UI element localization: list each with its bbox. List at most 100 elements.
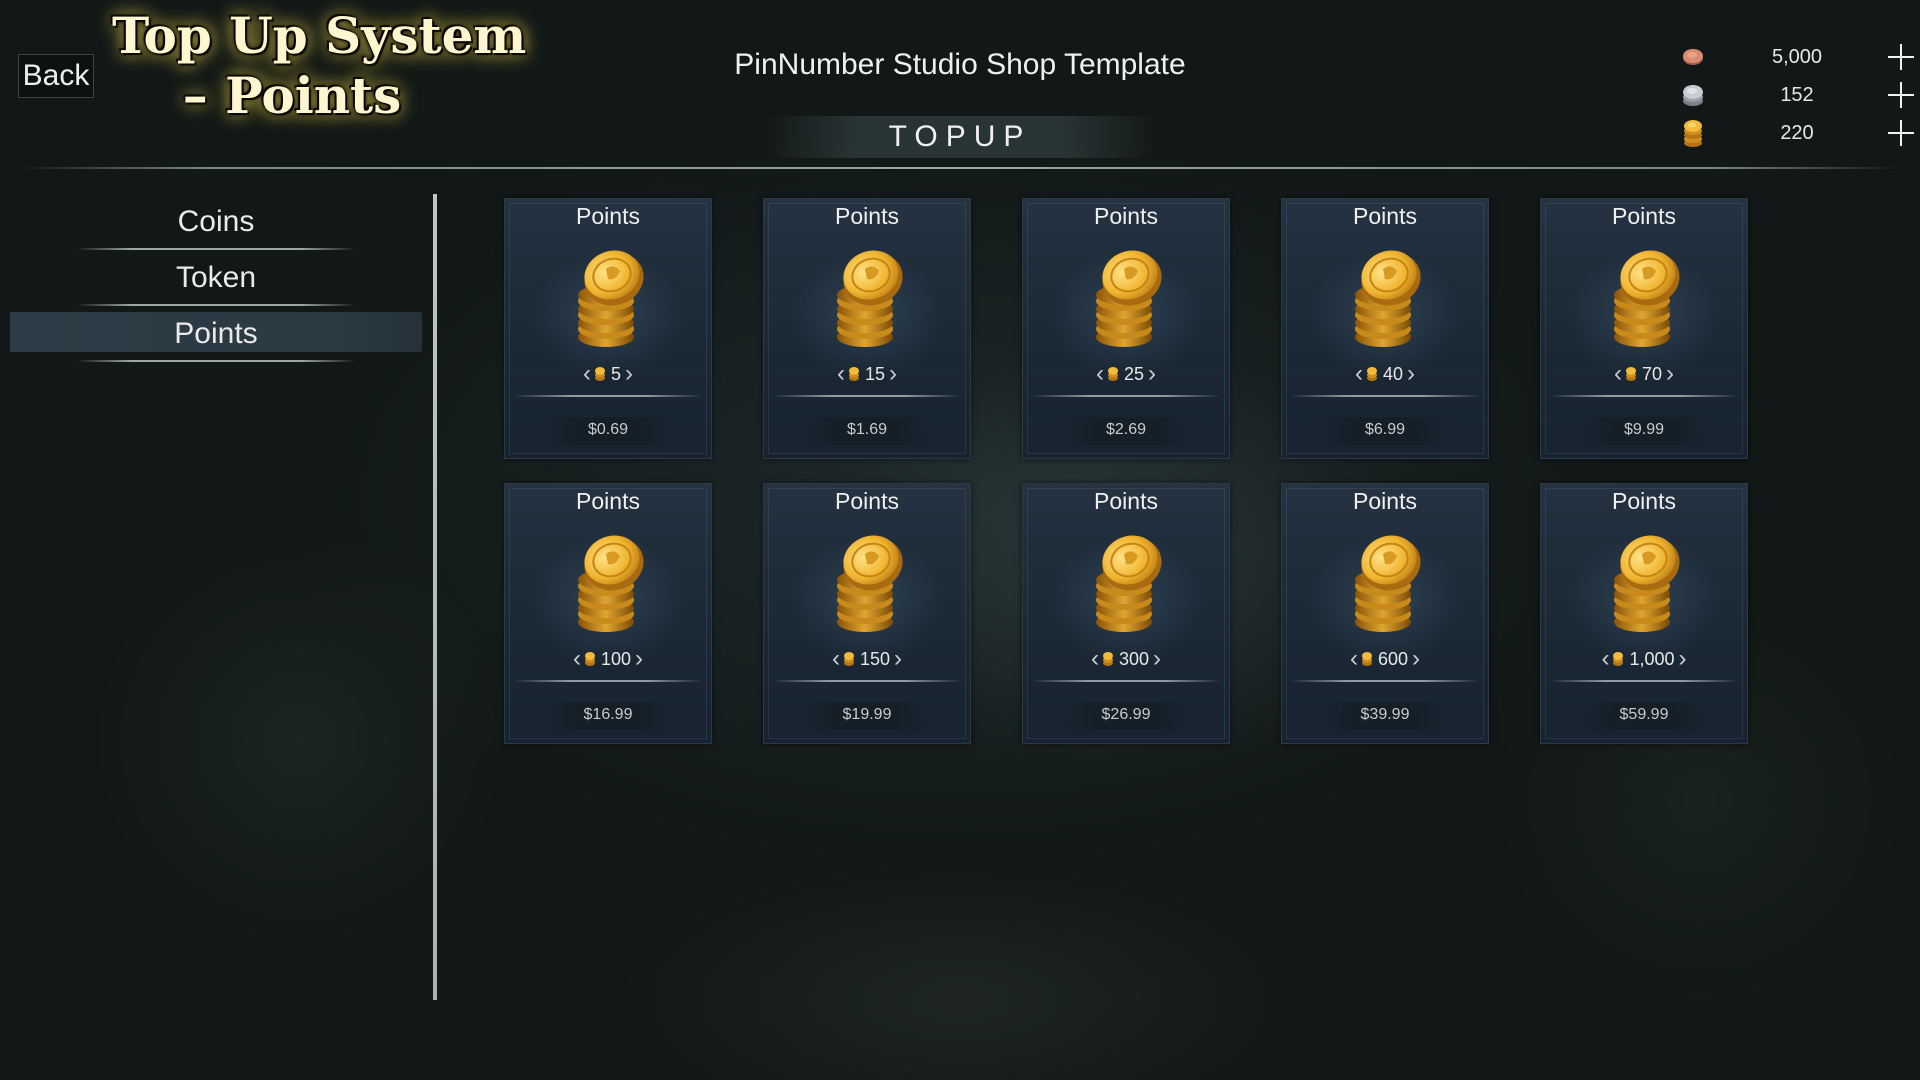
product-card[interactable]: Points ‹ (1022, 483, 1230, 744)
product-card[interactable]: Points ‹ (1281, 483, 1489, 744)
gold-coin-stack-icon (1614, 535, 1680, 632)
quantity-selector: ‹ 150 › (764, 646, 970, 672)
sidebar-divider (433, 194, 437, 1000)
gold-coin-icon (848, 367, 859, 381)
card-divider (513, 395, 703, 397)
card-divider (1290, 680, 1480, 682)
gold-coin-icon (843, 652, 854, 666)
sidebar-item-coins[interactable]: Coins (10, 194, 422, 250)
card-divider (1549, 680, 1739, 682)
product-price[interactable]: $39.99 (1282, 706, 1488, 724)
chevron-left-icon[interactable]: ‹ (837, 361, 845, 387)
product-price[interactable]: $59.99 (1541, 706, 1747, 724)
add-gold-button[interactable] (1888, 120, 1914, 146)
card-divider (772, 680, 962, 682)
sidebar-item-label: Token (175, 261, 257, 294)
add-copper-button[interactable] (1888, 44, 1914, 70)
gold-coin-icon (1107, 367, 1118, 381)
add-silver-button[interactable] (1888, 82, 1914, 108)
product-card[interactable]: Points ‹ (504, 483, 712, 744)
chevron-right-icon[interactable]: › (894, 646, 902, 672)
chevron-right-icon[interactable]: › (1679, 646, 1687, 672)
sidebar-item-points[interactable]: Points (10, 306, 422, 362)
gold-coin-icon (1361, 652, 1372, 666)
shop-title: PinNumber Studio Shop Template (734, 48, 1186, 81)
chevron-right-icon[interactable]: › (635, 646, 643, 672)
chevron-left-icon[interactable]: ‹ (1601, 646, 1609, 672)
gold-coin-stack-icon (837, 250, 903, 347)
chevron-right-icon[interactable]: › (1153, 646, 1161, 672)
card-divider (1549, 395, 1739, 397)
sidebar-item-token[interactable]: Token (10, 250, 422, 306)
product-title: Points (576, 488, 640, 514)
quantity-selector: ‹ 600 › (1282, 646, 1488, 672)
quantity-selector: ‹ 15 › (764, 361, 970, 387)
silver-coin-icon (1680, 82, 1706, 108)
back-button[interactable]: Back (18, 54, 94, 98)
currency-row-gold: 220 (1680, 116, 1920, 150)
sidebar-item-label: Coins (177, 205, 255, 238)
product-card[interactable]: Points ‹ (763, 483, 971, 744)
chevron-left-icon[interactable]: ‹ (832, 646, 840, 672)
gold-coin-icon (1625, 367, 1636, 381)
copper-coin-icon (1680, 44, 1706, 70)
product-card[interactable]: Points ‹ (1281, 198, 1489, 459)
currency-row-silver: 152 (1680, 78, 1920, 112)
logo-line-2: – Points (182, 66, 402, 125)
gold-coin-icon (594, 367, 605, 381)
quantity-selector: ‹ 40 › (1282, 361, 1488, 387)
chevron-left-icon[interactable]: ‹ (583, 361, 591, 387)
product-title: Points (1612, 488, 1676, 514)
quantity-selector: ‹ 300 › (1023, 646, 1229, 672)
sidebar-item-label: Points (174, 317, 258, 350)
chevron-right-icon[interactable]: › (1412, 646, 1420, 672)
product-card[interactable]: Points ‹ (504, 198, 712, 459)
gold-coin-stack-icon (1355, 250, 1421, 347)
product-title: Points (835, 488, 899, 514)
product-card[interactable]: Points ‹ (763, 198, 971, 459)
gold-coin-icon (1102, 652, 1113, 666)
product-quantity: 15 (864, 363, 886, 384)
card-divider (1290, 395, 1480, 397)
currency-row-copper: 5,000 (1680, 40, 1920, 74)
quantity-selector: ‹ 100 › (505, 646, 711, 672)
chevron-left-icon[interactable]: ‹ (1355, 361, 1363, 387)
chevron-right-icon[interactable]: › (1148, 361, 1156, 387)
quantity-selector: ‹ 70 › (1541, 361, 1747, 387)
gold-coin-icon (1613, 652, 1624, 666)
product-price[interactable]: $19.99 (764, 706, 970, 724)
product-price[interactable]: $6.99 (1282, 421, 1488, 439)
product-price[interactable]: $26.99 (1023, 706, 1229, 724)
product-quantity: 40 (1382, 363, 1404, 384)
chevron-left-icon[interactable]: ‹ (1350, 646, 1358, 672)
product-card[interactable]: Points ‹ (1022, 198, 1230, 459)
product-grid: Points ‹ 5 › $0.69 Points ‹ 15 › $1.69 P… (504, 198, 1748, 744)
product-price[interactable]: $2.69 (1023, 421, 1229, 439)
chevron-left-icon[interactable]: ‹ (573, 646, 581, 672)
chevron-left-icon[interactable]: ‹ (1614, 361, 1622, 387)
chevron-right-icon[interactable]: › (1666, 361, 1674, 387)
gold-coin-stack-icon (1614, 250, 1680, 347)
product-quantity: 25 (1123, 363, 1145, 384)
gold-coin-stack-icon (1096, 535, 1162, 632)
product-price[interactable]: $0.69 (505, 421, 711, 439)
category-sidebar: Coins Token Points (10, 194, 422, 362)
product-price[interactable]: $16.99 (505, 706, 711, 724)
card-divider (513, 680, 703, 682)
product-card[interactable]: Points ‹ (1540, 198, 1748, 459)
chevron-left-icon[interactable]: ‹ (1096, 361, 1104, 387)
gold-coin-icon (1366, 367, 1377, 381)
chevron-left-icon[interactable]: ‹ (1091, 646, 1099, 672)
product-title: Points (1612, 203, 1676, 229)
chevron-right-icon[interactable]: › (1407, 361, 1415, 387)
product-price[interactable]: $9.99 (1541, 421, 1747, 439)
product-card[interactable]: Points ‹ (1540, 483, 1748, 744)
product-price[interactable]: $1.69 (764, 421, 970, 439)
gold-coin-stack-icon (1096, 250, 1162, 347)
section-header: TOPUP (760, 116, 1160, 158)
chevron-right-icon[interactable]: › (625, 361, 633, 387)
quantity-selector: ‹ 5 › (505, 361, 711, 387)
section-label: TOPUP (888, 120, 1032, 153)
chevron-right-icon[interactable]: › (889, 361, 897, 387)
gold-coin-stack-icon (1355, 535, 1421, 632)
